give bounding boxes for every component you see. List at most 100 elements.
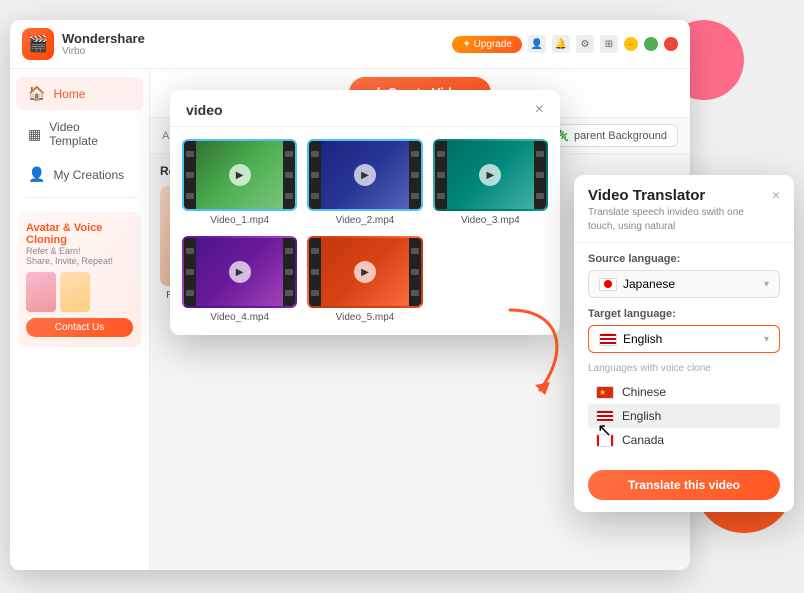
- film-hole: [285, 172, 293, 178]
- video-name-3: Video_3.mp4: [433, 215, 548, 226]
- target-language-dropdown[interactable]: English ▾: [588, 325, 780, 353]
- voice-clone-section: Languages with voice clone Chinese Engli…: [588, 363, 780, 452]
- translator-close-button[interactable]: ×: [772, 187, 780, 203]
- film-strip-right-5: [409, 238, 421, 306]
- video-dialog: video × ▶ Video_1.mp4: [170, 90, 560, 335]
- film-hole: [186, 290, 194, 296]
- contact-us-button[interactable]: Contact Us: [26, 318, 133, 337]
- video-name-4: Video_4.mp4: [182, 312, 297, 323]
- sidebar-ad-sub: Refer & Earn! Share, Invite, Repeat!: [26, 246, 133, 266]
- source-language-dropdown[interactable]: Japanese ▾: [588, 270, 780, 298]
- maximize-button[interactable]: □: [644, 37, 658, 51]
- film-hole: [437, 193, 445, 199]
- sidebar-label-home: Home: [53, 87, 85, 101]
- dialog-title: video: [186, 102, 223, 118]
- source-dropdown-left: Japanese: [599, 277, 675, 291]
- video-item-5[interactable]: ▶ Video_5.mp4: [307, 236, 422, 323]
- sidebar-ad: Avatar & Voice Cloning Refer & Earn! Sha…: [18, 212, 141, 347]
- film-hole: [311, 172, 319, 178]
- film-hole: [285, 290, 293, 296]
- video-item-3[interactable]: ▶ Video_3.mp4: [433, 139, 548, 226]
- title-bar: 🎬 Wondershare Virbo ✦ Upgrade 👤 🔔 ⚙ ⊞ ─ …: [10, 20, 690, 69]
- ad-avatar-2: [60, 272, 90, 312]
- film-strip-right-2: [409, 141, 421, 209]
- upgrade-button[interactable]: ✦ Upgrade: [452, 36, 522, 53]
- flag-english: [599, 333, 617, 346]
- translator-header: Video Translator Translate speech invide…: [574, 175, 794, 243]
- source-language-value: Japanese: [623, 277, 675, 291]
- dialog-header: video ×: [170, 90, 560, 127]
- transparent-bg-label: parent Background: [574, 130, 667, 142]
- sidebar-item-video-template[interactable]: ▦ Video Template: [16, 112, 143, 156]
- bell-icon[interactable]: 🔔: [552, 35, 570, 53]
- language-option-canada[interactable]: Canada: [588, 428, 780, 452]
- film-hole: [411, 248, 419, 254]
- flag-english-option: [596, 410, 614, 423]
- transparent-bg-button[interactable]: 🦎 parent Background: [545, 124, 678, 147]
- my-creations-icon: 👤: [28, 166, 45, 183]
- app-subtitle: Virbo: [62, 46, 145, 57]
- logo-icon: 🎬: [28, 34, 48, 54]
- user-icon[interactable]: 👤: [528, 35, 546, 53]
- film-strip-left-4: [184, 238, 196, 306]
- film-strip-left-1: [184, 141, 196, 209]
- sidebar-label-my-creations: My Creations: [53, 168, 124, 182]
- translate-button[interactable]: Translate this video: [588, 470, 780, 500]
- title-bar-right: ✦ Upgrade 👤 🔔 ⚙ ⊞ ─ □ ×: [452, 35, 678, 53]
- target-language-value: English: [623, 332, 662, 346]
- film-hole: [285, 248, 293, 254]
- video-name-5: Video_5.mp4: [307, 312, 422, 323]
- film-hole: [285, 151, 293, 157]
- sidebar-divider: [22, 197, 137, 198]
- sidebar-label-video-template: Video Template: [49, 120, 131, 148]
- flag-chinese: [596, 386, 614, 399]
- film-hole: [411, 269, 419, 275]
- source-language-label: Source language:: [588, 253, 780, 265]
- film-hole: [411, 151, 419, 157]
- home-icon: 🏠: [28, 85, 45, 102]
- film-hole: [186, 172, 194, 178]
- video-item-2[interactable]: ▶ Video_2.mp4: [307, 139, 422, 226]
- film-hole: [285, 269, 293, 275]
- video-play-1: ▶: [229, 164, 251, 186]
- video-item-4[interactable]: ▶ Video_4.mp4: [182, 236, 297, 323]
- film-hole: [285, 193, 293, 199]
- film-strip-left-5: [309, 238, 321, 306]
- film-hole: [437, 172, 445, 178]
- grid-icon[interactable]: ⊞: [600, 35, 618, 53]
- video-play-4: ▶: [229, 261, 251, 283]
- video-item-1[interactable]: ▶ Video_1.mp4: [182, 139, 297, 226]
- video-thumb-4: ▶: [182, 236, 297, 308]
- translator-subtitle: Translate speech invideo swith one touch…: [588, 206, 772, 234]
- video-name-1: Video_1.mp4: [182, 215, 297, 226]
- film-hole: [311, 193, 319, 199]
- translator-body: Source language: Japanese ▾ Target langu…: [574, 243, 794, 462]
- language-option-chinese[interactable]: Chinese: [588, 380, 780, 404]
- film-strip-right-3: [534, 141, 546, 209]
- target-chevron-icon: ▾: [764, 334, 769, 345]
- dialog-close-button[interactable]: ×: [535, 102, 544, 118]
- language-option-english[interactable]: English: [588, 404, 780, 428]
- flag-canada: [596, 434, 614, 447]
- video-thumb-2: ▶: [307, 139, 422, 211]
- film-hole: [536, 172, 544, 178]
- settings-icon[interactable]: ⚙: [576, 35, 594, 53]
- film-strip-left-3: [435, 141, 447, 209]
- voice-clone-label: Languages with voice clone: [588, 363, 780, 374]
- close-button[interactable]: ×: [664, 37, 678, 51]
- film-hole: [186, 248, 194, 254]
- film-strip-right-1: [283, 141, 295, 209]
- film-hole: [437, 151, 445, 157]
- video-play-2: ▶: [354, 164, 376, 186]
- share-text: Share, Invite, Repeat!: [26, 256, 113, 266]
- sidebar-ad-imgs: [26, 272, 133, 312]
- film-hole: [186, 269, 194, 275]
- sidebar: 🏠 Home ▦ Video Template 👤 My Creations A…: [10, 69, 150, 570]
- video-thumb-5: ▶: [307, 236, 422, 308]
- minimize-button[interactable]: ─: [624, 37, 638, 51]
- ad-avatar-1: [26, 272, 56, 312]
- sidebar-item-home[interactable]: 🏠 Home: [16, 77, 143, 110]
- language-english: English: [622, 409, 661, 423]
- film-hole: [536, 193, 544, 199]
- sidebar-item-my-creations[interactable]: 👤 My Creations: [16, 158, 143, 191]
